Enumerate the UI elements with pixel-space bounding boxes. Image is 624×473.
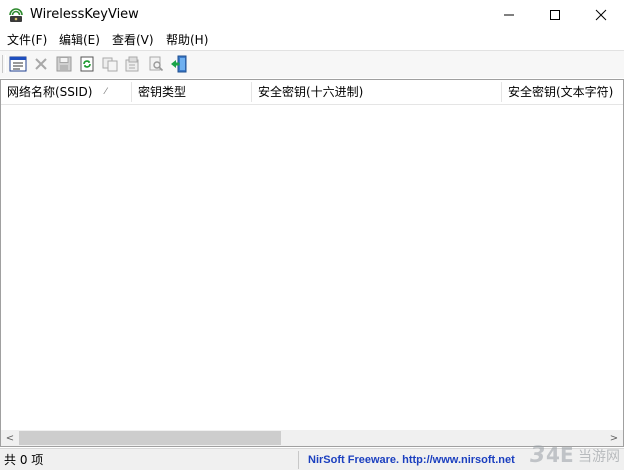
svg-text:当游网: 当游网 [578, 449, 620, 465]
close-icon [595, 9, 607, 21]
save-button[interactable] [54, 54, 74, 74]
scroll-left-button[interactable]: < [3, 430, 17, 446]
sort-ascending-icon: ⁄ [105, 87, 107, 97]
column-header-key-type-label: 密钥类型 [138, 85, 187, 99]
svg-text:3: 3 [530, 443, 545, 468]
column-header-ssid-label: 网络名称(SSID) [7, 85, 93, 99]
find-button[interactable] [146, 54, 166, 74]
copy-icon [102, 57, 118, 72]
close-button[interactable] [578, 0, 624, 30]
status-divider [298, 451, 299, 469]
column-header-key-ascii[interactable]: 安全密钥(文本字符) [502, 80, 623, 104]
scroll-left-icon: < [5, 432, 15, 444]
find-icon [149, 56, 164, 72]
scrollbar-thumb[interactable] [19, 431, 281, 445]
refresh-button[interactable] [77, 54, 97, 74]
app-icon [9, 8, 23, 22]
column-header-key-type[interactable]: 密钥类型 [132, 80, 251, 104]
copy-button[interactable] [100, 54, 120, 74]
toolbar [0, 50, 624, 78]
minimize-icon [504, 14, 514, 16]
delete-icon [35, 58, 47, 70]
svg-text:E: E [560, 443, 574, 467]
save-icon [56, 56, 72, 72]
column-header-key-ascii-label: 安全密钥(文本字符) [508, 85, 614, 99]
watermark-logo-icon: 3 4 E 当游网 [530, 443, 620, 468]
properties-icon [9, 56, 27, 72]
menu-bar: 文件(F) 编辑(E) 查看(V) 帮助(H) [0, 30, 624, 50]
title-bar: WirelessKeyView [0, 0, 624, 30]
exit-icon [171, 55, 187, 73]
wireless-key-list[interactable]: 网络名称(SSID) ⁄ 密钥类型 安全密钥(十六进制) 安全密钥(文本字符) … [0, 79, 624, 447]
toolbar-grip [2, 55, 6, 73]
copy-key-icon [125, 56, 139, 72]
menu-view[interactable]: 查看(V) [111, 32, 155, 48]
item-count: 共 0 项 [4, 453, 44, 467]
column-header-key-hex-label: 安全密钥(十六进制) [258, 85, 364, 99]
column-header-key-hex[interactable]: 安全密钥(十六进制) [252, 80, 501, 104]
menu-file[interactable]: 文件(F) [6, 32, 48, 48]
nirsoft-link[interactable]: NirSoft Freeware. http://www.nirsoft.net [308, 452, 515, 468]
svg-text:4: 4 [546, 443, 560, 467]
window-title: WirelessKeyView [30, 7, 139, 22]
copy-key-button[interactable] [123, 54, 143, 74]
delete-button[interactable] [31, 54, 51, 74]
maximize-icon [550, 10, 560, 20]
menu-edit[interactable]: 编辑(E) [58, 32, 101, 48]
menu-help[interactable]: 帮助(H) [165, 32, 209, 48]
column-header-ssid[interactable]: 网络名称(SSID) [1, 80, 131, 104]
exit-button[interactable] [169, 54, 189, 74]
refresh-icon [80, 56, 94, 72]
properties-button[interactable] [8, 54, 28, 74]
watermark-logo: 3 4 E 当游网 [528, 436, 624, 470]
minimize-button[interactable] [486, 0, 532, 30]
maximize-button[interactable] [532, 0, 578, 30]
list-header: 网络名称(SSID) ⁄ 密钥类型 安全密钥(十六进制) 安全密钥(文本字符) [1, 80, 623, 105]
